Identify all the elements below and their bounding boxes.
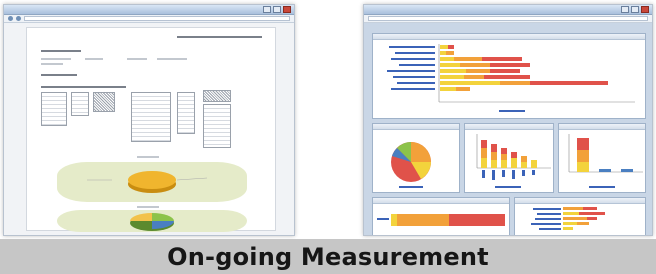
address-field [24, 16, 290, 21]
horizontal-bar-chart-icon [387, 44, 635, 112]
report-window-titlebar [4, 5, 294, 15]
back-icon [8, 16, 13, 21]
report-screenshot [3, 4, 295, 236]
window-maximize-icon [631, 6, 639, 13]
window-minimize-icon [263, 6, 271, 13]
column-chart-icon [476, 134, 551, 188]
window-minimize-icon [621, 6, 629, 13]
dashboard-window-titlebar [364, 5, 652, 15]
horizontal-bar-chart-icon [377, 214, 505, 226]
pie-chart-icon [391, 142, 431, 188]
window-maximize-icon [273, 6, 281, 13]
report-page [26, 27, 276, 232]
window-close-icon [641, 6, 649, 13]
pie-chart-icon [87, 171, 208, 193]
single-bar-panel [372, 197, 510, 235]
pie-chart-panel [372, 123, 460, 193]
report-toolbar [4, 15, 294, 23]
window-close-icon [283, 6, 291, 13]
caption-title: On-going Measurement [167, 242, 489, 271]
dashboard-toolbar [364, 15, 652, 23]
pie-chart-panel-1 [57, 162, 247, 202]
stacked-column-panel [558, 123, 646, 193]
column-chart-icon [568, 134, 643, 188]
top-bar-chart-panel [372, 33, 646, 119]
dashboard-screenshot [363, 4, 653, 236]
caption-bar: On-going Measurement [0, 239, 656, 274]
bottom-bar-chart-panel [514, 197, 646, 235]
forward-icon [16, 16, 21, 21]
column-chart-panel [464, 123, 554, 193]
dashboard-menu [368, 16, 648, 21]
pie-chart-panel-2 [57, 210, 247, 232]
horizontal-bar-chart-icon [531, 207, 605, 230]
